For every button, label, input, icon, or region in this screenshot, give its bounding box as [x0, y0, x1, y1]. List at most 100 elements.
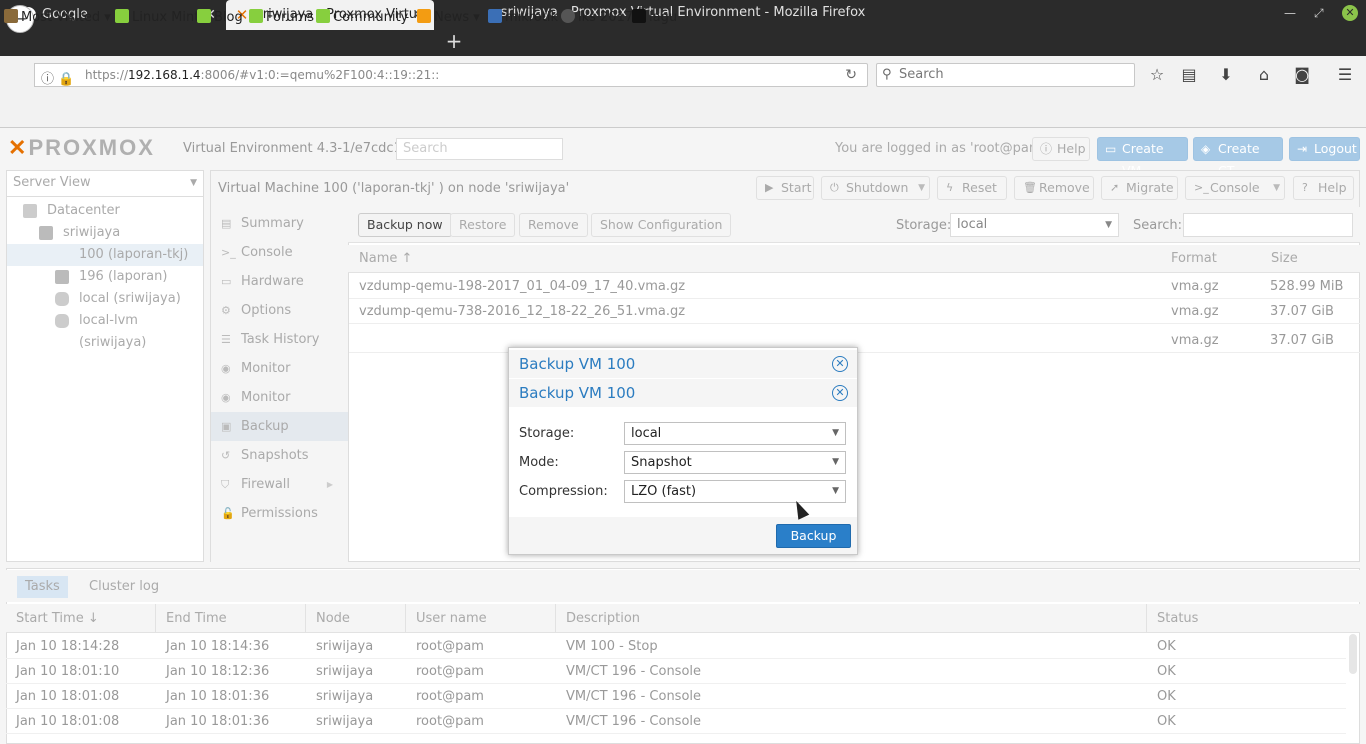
chevron-down-icon: ▼: [1105, 220, 1112, 230]
bookmarks-bar: [0, 94, 1366, 128]
storage-icon: [55, 292, 69, 306]
bookmark-forums[interactable]: Forums: [249, 9, 314, 27]
mode-field[interactable]: Snapshot ▼: [624, 451, 846, 474]
create-vm-button[interactable]: ▭Create VM: [1097, 137, 1188, 178]
tasks-scrollbar[interactable]: [1349, 634, 1357, 674]
column-divider: [1146, 604, 1147, 633]
search-icon: ⚲: [882, 67, 892, 82]
table-row[interactable]: vzdump-qemu-738-2016_12_18-22_26_51.vma.…: [349, 299, 1360, 324]
tree-item-local[interactable]: local (sriwijaya): [7, 288, 203, 310]
maximize-icon[interactable]: ⤢: [1314, 0, 1324, 26]
bookmark-community[interactable]: Community: [316, 9, 408, 27]
storage-select[interactable]: local ▼: [950, 213, 1119, 237]
menu-task-history[interactable]: ☰ Task History: [211, 325, 349, 354]
tab-cluster-log[interactable]: Cluster log: [81, 576, 167, 598]
vm-title: Virtual Machine 100 ('laporan-tkj' ) on …: [218, 181, 570, 196]
chevron-down-icon: ▼: [832, 457, 839, 467]
chevron-down-icon: ▼: [832, 428, 839, 438]
window-close-icon[interactable]: ✕: [1342, 5, 1358, 21]
column-name[interactable]: Name ↑: [359, 251, 412, 266]
site-info-icon[interactable]: ⓘ 🔒: [41, 68, 74, 87]
column-end-time[interactable]: End Time: [166, 611, 227, 626]
menu-options[interactable]: ⚙ Options: [211, 296, 349, 325]
create-ct-button[interactable]: ◈Create CT: [1193, 137, 1283, 178]
column-size[interactable]: Size: [1271, 251, 1298, 266]
compression-field[interactable]: LZO (fast) ▼: [624, 480, 846, 503]
tree-item-vm-196[interactable]: 196 (laporan): [7, 266, 203, 288]
list-icon: ☰: [221, 333, 231, 346]
close-icon[interactable]: ✕: [832, 356, 848, 372]
show-configuration-button[interactable]: Show Configuration: [591, 213, 732, 237]
reload-icon[interactable]: ↻: [845, 67, 857, 83]
vm-help-button[interactable]: ? Help: [1293, 176, 1354, 200]
menu-backup[interactable]: ▣ Backup: [211, 412, 349, 441]
backup-search-input[interactable]: [1183, 213, 1353, 237]
mint-icon: [316, 9, 330, 23]
home-icon[interactable]: ⌂: [1253, 64, 1275, 86]
console-button[interactable]: >_ Console ▼: [1185, 176, 1285, 200]
column-status[interactable]: Status: [1157, 611, 1198, 626]
restore-button[interactable]: Restore: [450, 213, 516, 237]
folder-icon: [4, 9, 18, 23]
tree-item-vm-100[interactable]: 100 (laporan-tkj): [7, 244, 203, 266]
download-icon[interactable]: ⬇: [1215, 64, 1237, 86]
column-node[interactable]: Node: [316, 611, 350, 626]
storage-field[interactable]: local ▼: [624, 422, 846, 445]
bookmark-star-icon[interactable]: ☆: [1146, 64, 1168, 86]
logout-button[interactable]: ⇥ Logout: [1289, 137, 1360, 161]
menu-summary[interactable]: ▤ Summary: [211, 209, 349, 238]
reading-list-icon[interactable]: ▤: [1178, 64, 1200, 86]
eye-icon: ◉: [221, 362, 231, 375]
menu-snapshots[interactable]: ↺ Snapshots: [211, 441, 349, 470]
backup-button[interactable]: Backup: [776, 524, 851, 548]
minimize-icon[interactable]: —: [1284, 0, 1296, 26]
bookmark-linux-mint[interactable]: Linux Mint: [115, 9, 199, 27]
unlock-icon: 🔓: [221, 507, 235, 520]
new-tab-icon[interactable]: +: [442, 26, 466, 56]
close-icon[interactable]: ✕: [832, 385, 848, 401]
table-row[interactable]: Jan 10 18:01:08 Jan 10 18:01:36 sriwijaya r…: [6, 684, 1346, 709]
search-input[interactable]: ⚲ Search: [876, 63, 1135, 87]
remove-backup-button[interactable]: Remove: [519, 213, 588, 237]
table-row[interactable]: Jan 10 18:01:08 Jan 10 18:01:36 sriwijaya r…: [6, 709, 1346, 734]
start-button[interactable]: ▶ Start: [756, 176, 814, 200]
bookmark-lagu[interactable]: lagu: [632, 9, 677, 27]
shutdown-button[interactable]: ⏻ Shutdown ▼: [821, 176, 930, 200]
pocket-icon[interactable]: ◙: [1291, 64, 1313, 86]
bookmark-lks-2017[interactable]: lks 2017: [561, 9, 633, 27]
table-row[interactable]: Jan 10 18:14:28 Jan 10 18:14:36 sriwijaya r…: [6, 634, 1346, 659]
menu-monitor[interactable]: ◉ Monitor: [211, 354, 349, 383]
tree-item-local-lvm[interactable]: local-lvm (sriwijaya): [7, 310, 203, 350]
menu-hardware[interactable]: ▭ Hardware: [211, 267, 349, 296]
column-description[interactable]: Description: [566, 611, 640, 626]
table-row[interactable]: Jan 10 18:01:10 Jan 10 18:12:36 sriwijaya r…: [6, 659, 1346, 684]
help-button[interactable]: ⓘ Help: [1032, 137, 1090, 161]
tree-item-datacenter[interactable]: Datacenter: [7, 200, 203, 222]
history-icon: ↺: [221, 449, 231, 462]
remove-vm-button[interactable]: 🗑 Remove: [1014, 176, 1094, 200]
table-row[interactable]: vzdump-qemu-198-2017_01_04-09_17_40.vma.…: [349, 274, 1360, 299]
bookmark-blog[interactable]: Blog: [197, 9, 243, 27]
server-view-select[interactable]: Server View ▼: [7, 171, 203, 197]
migrate-button[interactable]: ➚ Migrate: [1101, 176, 1178, 200]
bookmark-news[interactable]: News ▾: [417, 9, 480, 27]
tab-tasks[interactable]: Tasks: [17, 576, 68, 598]
server-icon: [39, 226, 53, 240]
reset-button[interactable]: ϟ Reset: [937, 176, 1007, 200]
backup-now-button[interactable]: Backup now: [358, 213, 452, 237]
menu-permissions[interactable]: 🔓 Permissions: [211, 499, 349, 528]
column-format[interactable]: Format: [1171, 251, 1217, 266]
pve-search-input[interactable]: Search: [396, 138, 563, 160]
menu-icon[interactable]: ☰: [1334, 64, 1356, 86]
tree-item-node[interactable]: sriwijaya: [7, 222, 203, 244]
bookmark-most-visited[interactable]: Most Visited ▾: [4, 9, 111, 27]
bookmark-mikrotik[interactable]: mikrotik: [488, 9, 558, 27]
menu-console[interactable]: >_ Console: [211, 238, 349, 267]
column-start-time[interactable]: Start Time ↓: [16, 611, 99, 626]
url-bar[interactable]: ⓘ 🔒 https://192.168.1.4:8006/#v1:0:=qemu…: [34, 63, 868, 87]
menu-firewall[interactable]: ⛉ Firewall ▶: [211, 470, 349, 499]
menu-monitor-2[interactable]: ◉ Monitor: [211, 383, 349, 412]
column-user[interactable]: User name: [416, 611, 487, 626]
send-icon: ➚: [1110, 181, 1120, 194]
storage-label: Storage:: [896, 218, 952, 233]
